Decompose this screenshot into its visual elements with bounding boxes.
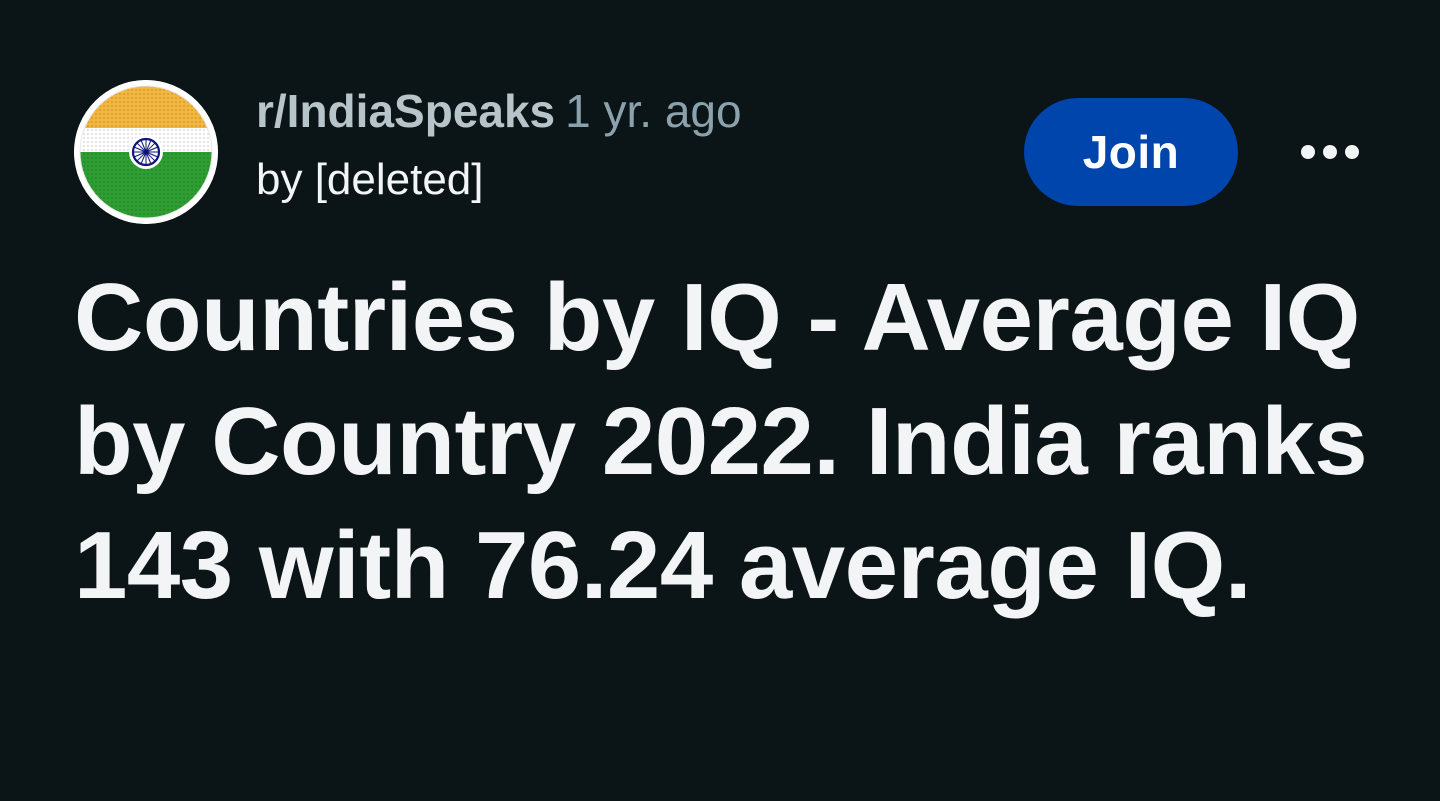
join-button[interactable]: Join xyxy=(1024,98,1238,206)
post-header-screen: r/IndiaSpeaks 1 yr. ago by [deleted] Join… xyxy=(0,0,1440,801)
subreddit-avatar[interactable] xyxy=(74,80,218,224)
india-flag-icon xyxy=(74,80,218,224)
post-meta: r/IndiaSpeaks 1 yr. ago by [deleted] xyxy=(256,88,742,202)
post-meta-line: r/IndiaSpeaks 1 yr. ago xyxy=(256,88,742,144)
ashoka-chakra-icon xyxy=(129,135,163,169)
more-horizontal-icon-dot xyxy=(1323,145,1337,159)
post-title[interactable]: Countries by IQ - Average IQ by Country … xyxy=(74,256,1374,628)
post-author[interactable]: by [deleted] xyxy=(256,158,742,202)
subreddit-link[interactable]: r/IndiaSpeaks xyxy=(256,85,555,137)
more-options-button[interactable] xyxy=(1290,128,1370,176)
more-horizontal-icon-dot xyxy=(1345,145,1359,159)
more-horizontal-icon xyxy=(1301,145,1315,159)
post-timestamp: 1 yr. ago xyxy=(565,85,742,137)
